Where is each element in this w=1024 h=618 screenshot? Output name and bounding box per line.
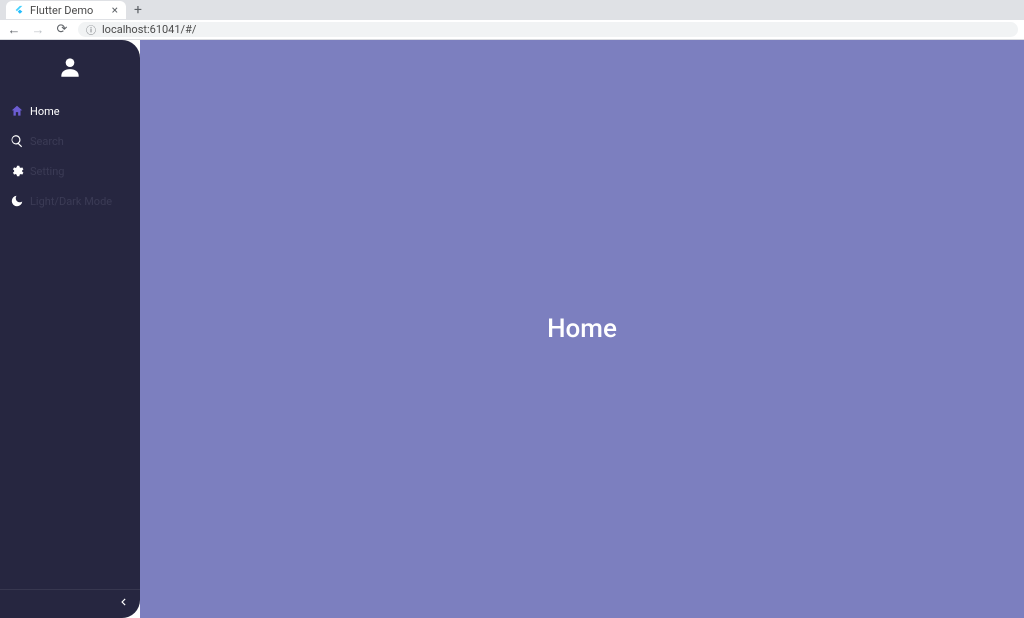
sidebar-item-label: Home [30,106,60,117]
sidebar-main: Home Search Setting [0,40,140,589]
search-icon [10,134,24,148]
moon-icon [10,194,24,208]
sidebar: Home Search Setting [0,40,140,618]
chevron-left-icon [116,595,130,609]
forward-button[interactable]: → [30,22,46,38]
url-text: localhost:61041/#/ [102,23,196,36]
app-frame: Home Search Setting [0,40,1024,618]
reload-button[interactable]: ⟳ [54,22,70,37]
avatar-icon[interactable] [57,54,83,80]
sidebar-item-search[interactable]: Search [0,126,140,156]
main-content: Home [140,40,1024,618]
back-button[interactable]: ← [6,22,22,38]
flutter-logo-icon [14,5,24,15]
tab-close-icon[interactable]: × [112,3,118,17]
tab-title: Flutter Demo [30,4,93,17]
page-title: Home [547,314,617,344]
url-bar[interactable]: ⓘ localhost:61041/#/ [78,22,1018,37]
collapse-sidebar-button[interactable] [116,595,130,613]
home-icon [10,104,24,118]
tab-strip: Flutter Demo × + [0,0,1024,20]
gear-icon [10,164,24,178]
new-tab-button[interactable]: + [126,2,150,18]
sidebar-item-theme-toggle[interactable]: Light/Dark Mode [0,186,140,216]
browser-toolbar: ← → ⟳ ⓘ localhost:61041/#/ [0,20,1024,40]
sidebar-item-label: Search [30,136,64,147]
sidebar-item-home[interactable]: Home [0,96,140,126]
sidebar-item-label: Setting [30,166,65,177]
browser-tab[interactable]: Flutter Demo × [6,1,126,19]
browser-chrome: Flutter Demo × + ← → ⟳ ⓘ localhost:61041… [0,0,1024,40]
sidebar-item-label: Light/Dark Mode [30,196,112,207]
sidebar-item-setting[interactable]: Setting [0,156,140,186]
avatar-wrap [0,40,140,90]
sidebar-footer [0,590,140,618]
nav-list: Home Search Setting [0,90,140,222]
site-info-icon[interactable]: ⓘ [86,22,96,37]
